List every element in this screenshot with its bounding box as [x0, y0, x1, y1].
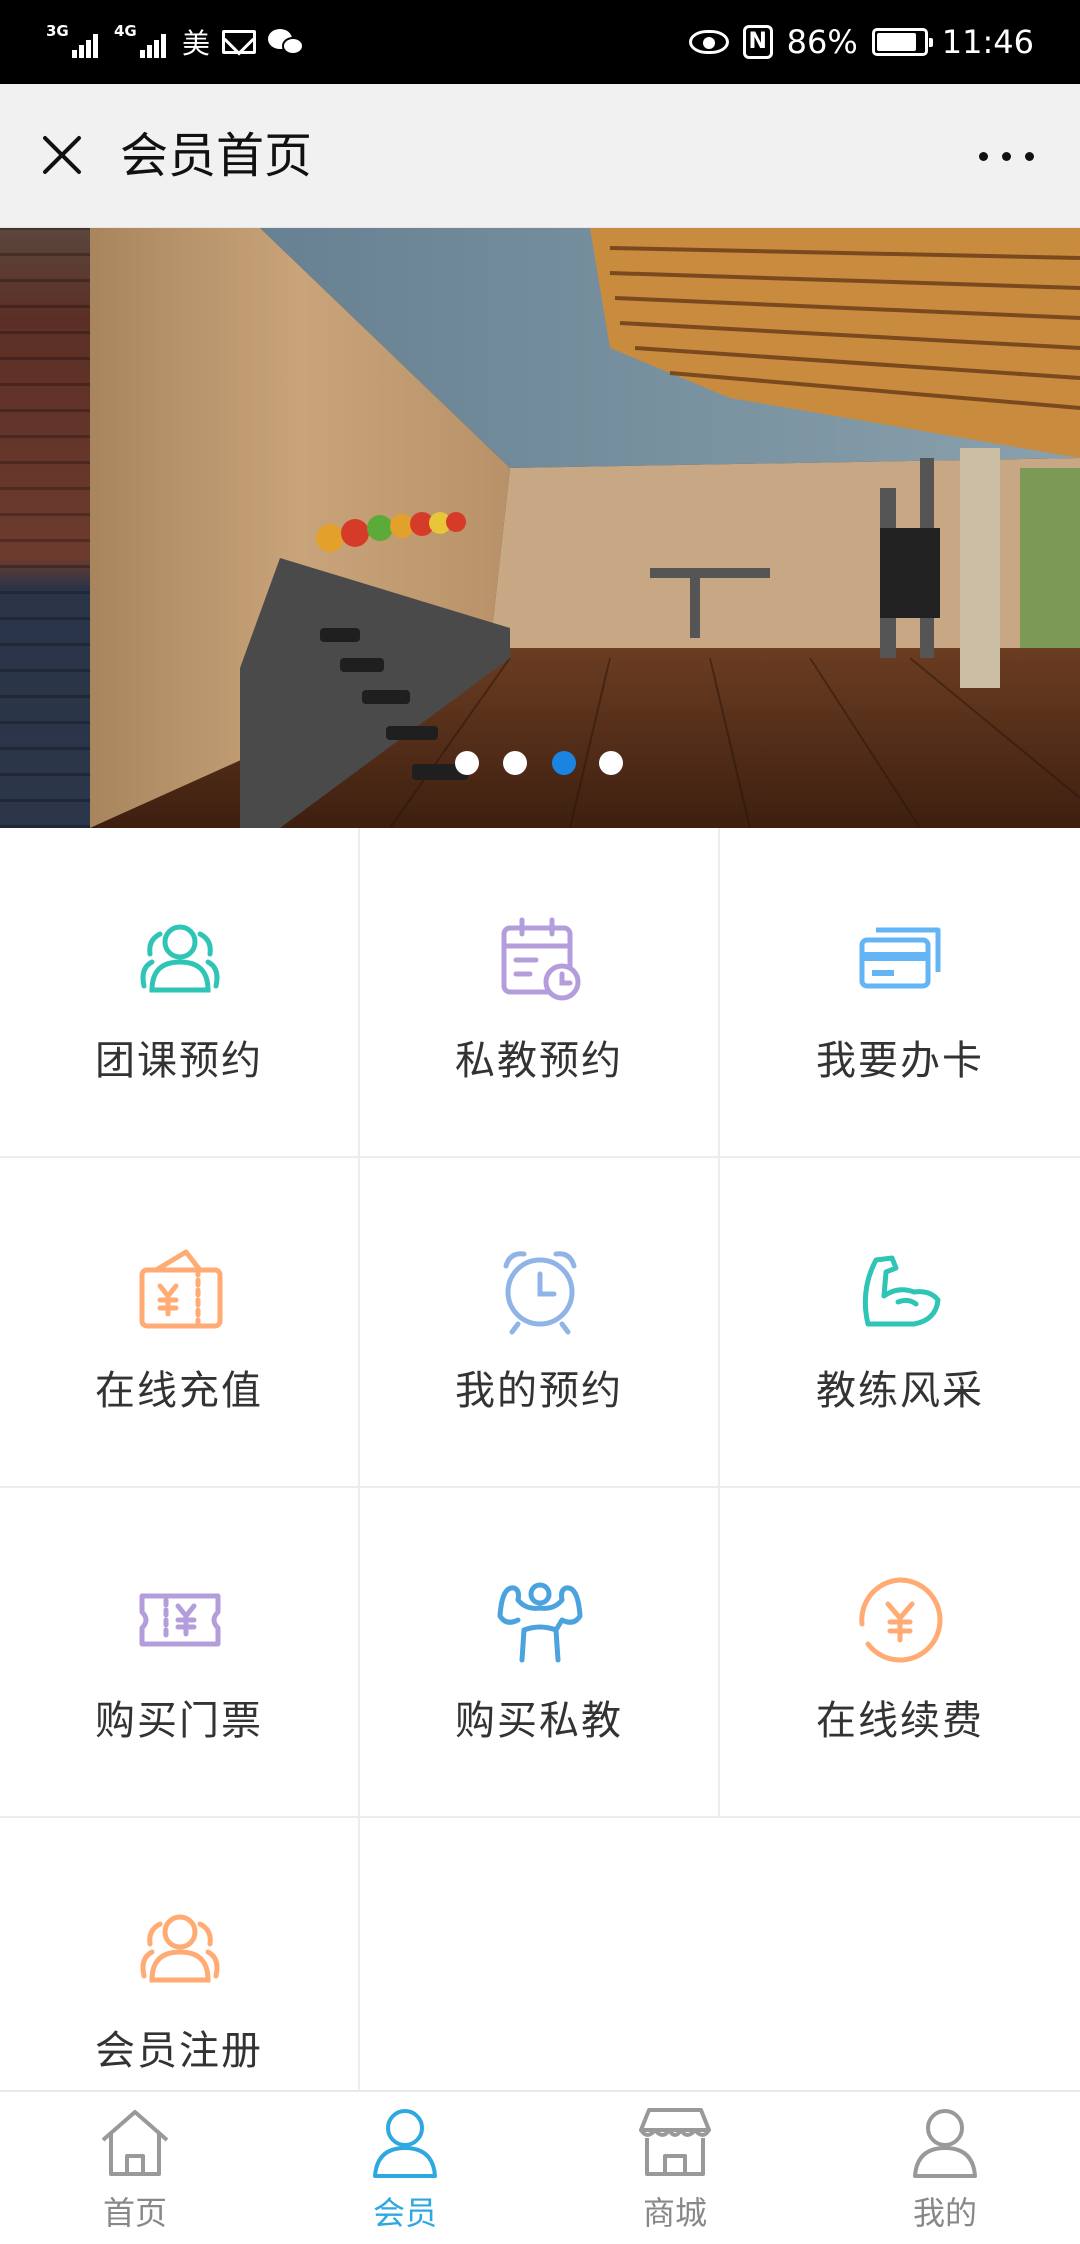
- battery-percent: 86%: [786, 23, 858, 61]
- clock: 11:46: [941, 23, 1034, 61]
- member-icon: [373, 2109, 437, 2178]
- grid-empty-cell: [360, 1818, 720, 2090]
- grid-item-label: 在线充值: [95, 1368, 263, 1414]
- grid-item-group-class[interactable]: 团课预约: [0, 828, 360, 1158]
- carousel-indicator: [0, 751, 1080, 777]
- grid-item-label: 我的预约: [455, 1368, 623, 1414]
- yuan-coin-icon: [859, 1577, 943, 1663]
- grid-item-recharge[interactable]: 在线充值: [0, 1158, 360, 1488]
- tab-label: 首页: [102, 2194, 167, 2232]
- eye-icon: [688, 30, 729, 54]
- battery-icon: [871, 28, 933, 56]
- grid-item-label: 私教预约: [455, 1038, 623, 1084]
- wallet-icon: [139, 1249, 223, 1329]
- group-icon: [140, 924, 220, 993]
- close-icon[interactable]: [30, 124, 94, 188]
- tab-member[interactable]: 会员: [270, 2092, 540, 2244]
- tab-home[interactable]: 首页: [0, 2092, 270, 2244]
- trainer-icon: [497, 1582, 583, 1663]
- grid-item-buy-ticket[interactable]: 购买门票: [0, 1488, 360, 1818]
- register-group-icon: [140, 1914, 220, 1983]
- tab-label: 我的: [912, 2194, 977, 2232]
- wechat-icon: [268, 27, 306, 57]
- grid-item-label: 教练风采: [816, 1368, 984, 1414]
- tab-mine[interactable]: 我的: [810, 2092, 1080, 2244]
- more-icon[interactable]: [966, 132, 1046, 180]
- tab-store[interactable]: 商城: [540, 2092, 810, 2244]
- nfc-icon: N: [742, 25, 773, 59]
- carousel-dot-active[interactable]: [552, 751, 576, 775]
- status-right: N 86% 11:46: [688, 18, 1034, 66]
- status-bar: 3G 4G 美 N 86% 11:46: [0, 0, 1080, 84]
- banner-image: [90, 228, 1080, 828]
- grid-item-label: 购买门票: [95, 1698, 263, 1744]
- carrier-label: 美: [182, 27, 211, 60]
- grid-item-buy-trainer[interactable]: 购买私教: [360, 1488, 720, 1818]
- banner-carousel[interactable]: [0, 228, 1080, 828]
- grid-item-register[interactable]: 会员注册: [0, 1818, 360, 2090]
- network-type-2: 4G: [114, 22, 137, 40]
- card-icon: [859, 927, 941, 989]
- grid-item-get-card[interactable]: 我要办卡: [720, 828, 1080, 1158]
- network-type-1: 3G: [46, 22, 69, 40]
- grid-item-private-booking[interactable]: 私教预约: [360, 828, 720, 1158]
- page-title: 会员首页: [120, 128, 313, 184]
- grid-item-label: 会员注册: [95, 2028, 263, 2074]
- alarm-clock-icon: [503, 1251, 577, 1335]
- muscle-arm-icon: [862, 1255, 941, 1327]
- tab-label: 会员: [372, 2194, 437, 2232]
- grid-item-label: 我要办卡: [816, 1038, 984, 1084]
- grid-item-label: 团课预约: [95, 1038, 263, 1084]
- calendar-icon: [501, 917, 581, 1001]
- signal-icon: 4G: [114, 22, 170, 60]
- ticket-icon: [139, 1593, 221, 1647]
- home-icon: [101, 2110, 169, 2176]
- grid-item-label: 购买私教: [455, 1698, 623, 1744]
- grid-item-label: 在线续费: [816, 1698, 984, 1744]
- signal-icon: 3G: [46, 22, 102, 60]
- title-bar: 会员首页: [0, 84, 1080, 228]
- carousel-dot[interactable]: [503, 751, 527, 775]
- status-left: 3G 4G 美: [46, 22, 306, 62]
- mail-icon: [222, 30, 257, 54]
- tab-label: 商城: [642, 2194, 707, 2232]
- grid-item-coaches[interactable]: 教练风采: [720, 1158, 1080, 1488]
- grid-item-renew[interactable]: 在线续费: [720, 1488, 1080, 1818]
- carousel-dot[interactable]: [455, 751, 479, 775]
- banner-prev-slide: [0, 228, 90, 828]
- grid-item-my-bookings[interactable]: 我的预约: [360, 1158, 720, 1488]
- battery-level: [876, 33, 917, 51]
- store-icon: [639, 2108, 711, 2176]
- bottom-tab-bar: 首页 会员 商城 我的: [0, 2090, 1080, 2244]
- profile-icon: [913, 2109, 977, 2178]
- carousel-dot[interactable]: [599, 751, 623, 775]
